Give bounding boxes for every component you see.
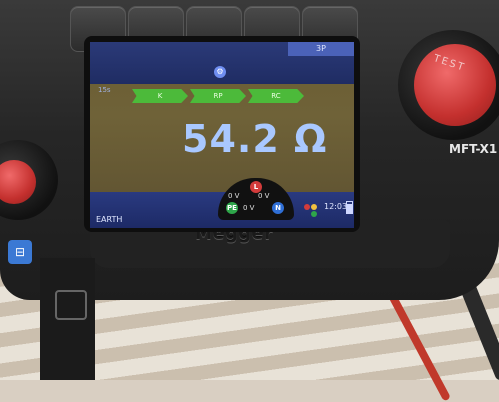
strap-buckle bbox=[55, 290, 87, 320]
battery-compartment-icon: ⊟ bbox=[8, 240, 32, 264]
terminal-pe: PE bbox=[226, 202, 238, 214]
voltage-l-pe: 0 V bbox=[228, 192, 240, 200]
duration-readout: 15s bbox=[98, 86, 111, 94]
terminal-n: N bbox=[272, 202, 284, 214]
mode-tab-rc[interactable]: RC bbox=[248, 89, 304, 103]
display-screen: 3P 15s ⚙ K RP RC 54.2 Ω EARTH 12:03 L PE… bbox=[90, 42, 354, 228]
mode-tab-rp[interactable]: RP bbox=[190, 89, 246, 103]
mode-tab-k[interactable]: K bbox=[132, 89, 188, 103]
earth-label: EARTH bbox=[96, 215, 123, 224]
settings-gear-icon[interactable]: ⚙ bbox=[214, 66, 226, 78]
indicator-dot-red bbox=[304, 204, 310, 210]
voltage-l-n: 0 V bbox=[258, 192, 270, 200]
model-label: MFT-X1 bbox=[449, 142, 498, 156]
indicator-dot-green bbox=[311, 211, 317, 217]
measurement-reading: 54.2 Ω bbox=[182, 117, 328, 161]
clock: 12:03 bbox=[324, 202, 348, 211]
top-tab[interactable]: 3P bbox=[288, 42, 354, 56]
voltage-pe-n: 0 V bbox=[243, 204, 255, 212]
indicator-dot-yellow bbox=[311, 204, 317, 210]
test-button[interactable] bbox=[414, 44, 496, 126]
battery-icon bbox=[346, 201, 353, 214]
mode-tabs: K RP RC bbox=[132, 89, 304, 103]
